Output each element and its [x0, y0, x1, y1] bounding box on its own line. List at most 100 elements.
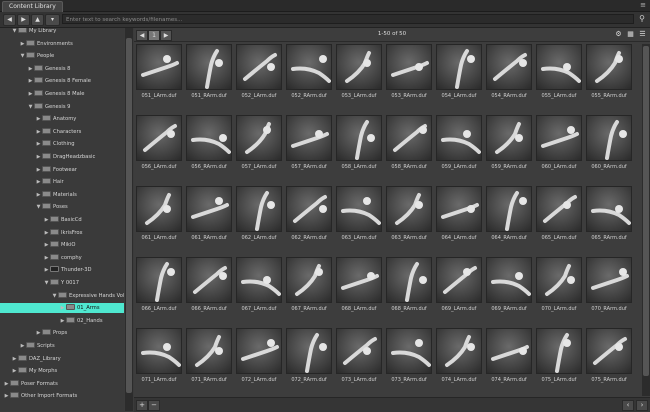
tree-item[interactable]: ▼ People [0, 51, 124, 61]
asset-item[interactable]: 059_RArm.duf [486, 115, 532, 170]
asset-item[interactable]: 055_RArm.duf [586, 44, 632, 99]
pose-thumbnail-icon[interactable] [236, 186, 282, 232]
asset-item[interactable]: 071_RArm.duf [186, 328, 232, 383]
add-icon[interactable]: + [136, 400, 148, 411]
asset-item[interactable]: 060_LArm.duf [536, 115, 582, 170]
tree-item[interactable]: ▶ Poser Formats [0, 379, 124, 389]
collapsed-arrow-icon[interactable]: ▶ [12, 366, 17, 376]
pose-thumbnail-icon[interactable] [136, 328, 182, 374]
tree-item[interactable]: ▶ DragHeadzbasic [0, 152, 124, 162]
expanded-arrow-icon[interactable]: ▼ [12, 28, 17, 36]
tree-item[interactable]: ▶ Genesis 8 Male [0, 89, 124, 99]
pose-thumbnail-icon[interactable] [436, 115, 482, 161]
pose-thumbnail-icon[interactable] [436, 257, 482, 303]
collapsed-arrow-icon[interactable]: ▶ [44, 265, 49, 275]
asset-item[interactable]: 051_RArm.duf [186, 44, 232, 99]
collapsed-arrow-icon[interactable]: ▶ [36, 127, 41, 137]
tree-item[interactable]: ▼ Y 0017 [0, 278, 124, 288]
asset-item[interactable]: 075_LArm.duf [536, 328, 582, 383]
pose-thumbnail-icon[interactable] [586, 257, 632, 303]
tree-item[interactable]: ▶ Environments [0, 39, 124, 49]
asset-item[interactable]: 053_LArm.duf [336, 44, 382, 99]
pose-thumbnail-icon[interactable] [136, 186, 182, 232]
asset-item[interactable]: 057_RArm.duf [286, 115, 332, 170]
collapsed-arrow-icon[interactable]: ▶ [28, 89, 33, 99]
asset-item[interactable]: 052_RArm.duf [286, 44, 332, 99]
asset-item[interactable]: 063_LArm.duf [336, 186, 382, 241]
tree-item[interactable]: ▼ Expressive Hands Vol.3 [0, 291, 124, 301]
asset-item[interactable]: 070_LArm.duf [536, 257, 582, 312]
asset-item[interactable]: 075_RArm.duf [586, 328, 632, 383]
asset-item[interactable]: 071_LArm.duf [136, 328, 182, 383]
pose-thumbnail-icon[interactable] [536, 328, 582, 374]
pose-thumbnail-icon[interactable] [236, 257, 282, 303]
pose-thumbnail-icon[interactable] [436, 186, 482, 232]
expanded-arrow-icon[interactable]: ▼ [36, 202, 41, 212]
tree-item[interactable]: ▶ BasicCd [0, 215, 124, 225]
asset-item[interactable]: 056_LArm.duf [136, 115, 182, 170]
asset-item[interactable]: 068_LArm.duf [336, 257, 382, 312]
collapsed-arrow-icon[interactable]: ▶ [36, 165, 41, 175]
pose-thumbnail-icon[interactable] [536, 44, 582, 90]
view-menu-button[interactable]: ▾ [45, 14, 60, 26]
tree-item[interactable]: ▶ 02_Hands [0, 316, 124, 326]
collapsed-arrow-icon[interactable]: ▶ [4, 379, 9, 389]
pose-thumbnail-icon[interactable] [286, 328, 332, 374]
pose-thumbnail-icon[interactable] [186, 44, 232, 90]
asset-item[interactable]: 063_RArm.duf [386, 186, 432, 241]
pose-thumbnail-icon[interactable] [186, 328, 232, 374]
pose-thumbnail-icon[interactable] [286, 186, 332, 232]
tree-scrollbar-thumb[interactable] [126, 38, 132, 393]
tree-item[interactable]: ▼ Poses [0, 202, 124, 212]
pose-thumbnail-icon[interactable] [286, 257, 332, 303]
tree-item[interactable]: ▶ Materials [0, 190, 124, 200]
asset-item[interactable]: 068_RArm.duf [386, 257, 432, 312]
asset-item[interactable]: 062_RArm.duf [286, 186, 332, 241]
prev-icon[interactable]: ‹ [622, 400, 634, 411]
asset-item[interactable]: 067_LArm.duf [236, 257, 282, 312]
remove-icon[interactable]: − [148, 400, 160, 411]
asset-item[interactable]: 060_RArm.duf [586, 115, 632, 170]
pose-thumbnail-icon[interactable] [486, 328, 532, 374]
collapsed-arrow-icon[interactable]: ▶ [4, 391, 9, 401]
tree-item[interactable]: ▶ Thunder-3D [0, 265, 124, 275]
search-input[interactable]: Enter text to search keywords/filenames.… [62, 14, 634, 24]
expanded-arrow-icon[interactable]: ▼ [20, 51, 25, 61]
asset-item[interactable]: 070_RArm.duf [586, 257, 632, 312]
pose-thumbnail-icon[interactable] [186, 257, 232, 303]
expanded-arrow-icon[interactable]: ▼ [44, 278, 49, 288]
asset-item[interactable]: 073_RArm.duf [386, 328, 432, 383]
asset-item[interactable]: 066_RArm.duf [186, 257, 232, 312]
collapsed-arrow-icon[interactable]: ▶ [36, 114, 41, 124]
asset-item[interactable]: 051_LArm.duf [136, 44, 182, 99]
pose-thumbnail-icon[interactable] [586, 328, 632, 374]
tree-item[interactable]: ▶ Footwear [0, 165, 124, 175]
tree-item[interactable]: ▶ Hair [0, 177, 124, 187]
tree-scrollbar[interactable] [125, 28, 133, 411]
pose-thumbnail-icon[interactable] [386, 328, 432, 374]
tree-item[interactable]: ▶ Scripts [0, 341, 124, 351]
collapsed-arrow-icon[interactable]: ▶ [44, 228, 49, 238]
pose-thumbnail-icon[interactable] [386, 257, 432, 303]
collapsed-arrow-icon[interactable]: ▶ [12, 354, 17, 364]
grid-scrollbar[interactable] [642, 44, 650, 396]
asset-item[interactable]: 055_LArm.duf [536, 44, 582, 99]
tree-item[interactable]: ▶ comphy [0, 253, 124, 263]
asset-item[interactable]: 064_LArm.duf [436, 186, 482, 241]
pose-thumbnail-icon[interactable] [336, 115, 382, 161]
asset-item[interactable]: 074_LArm.duf [436, 328, 482, 383]
pose-thumbnail-icon[interactable] [486, 115, 532, 161]
content-library-tab[interactable]: Content Library [2, 1, 63, 12]
tree-item[interactable]: ▶ Props [0, 328, 124, 338]
asset-item[interactable]: 054_LArm.duf [436, 44, 482, 99]
asset-item[interactable]: 072_RArm.duf [286, 328, 332, 383]
search-icon[interactable]: ⚲ [637, 14, 647, 24]
pose-thumbnail-icon[interactable] [236, 115, 282, 161]
pose-thumbnail-icon[interactable] [386, 44, 432, 90]
pose-thumbnail-icon[interactable] [336, 328, 382, 374]
asset-item[interactable]: 059_LArm.duf [436, 115, 482, 170]
pose-thumbnail-icon[interactable] [136, 257, 182, 303]
asset-item[interactable]: 069_RArm.duf [486, 257, 532, 312]
tree-item[interactable]: ▶ 01_Arms [0, 303, 124, 314]
tree-item[interactable]: ▶ Other Import Formats [0, 391, 124, 401]
